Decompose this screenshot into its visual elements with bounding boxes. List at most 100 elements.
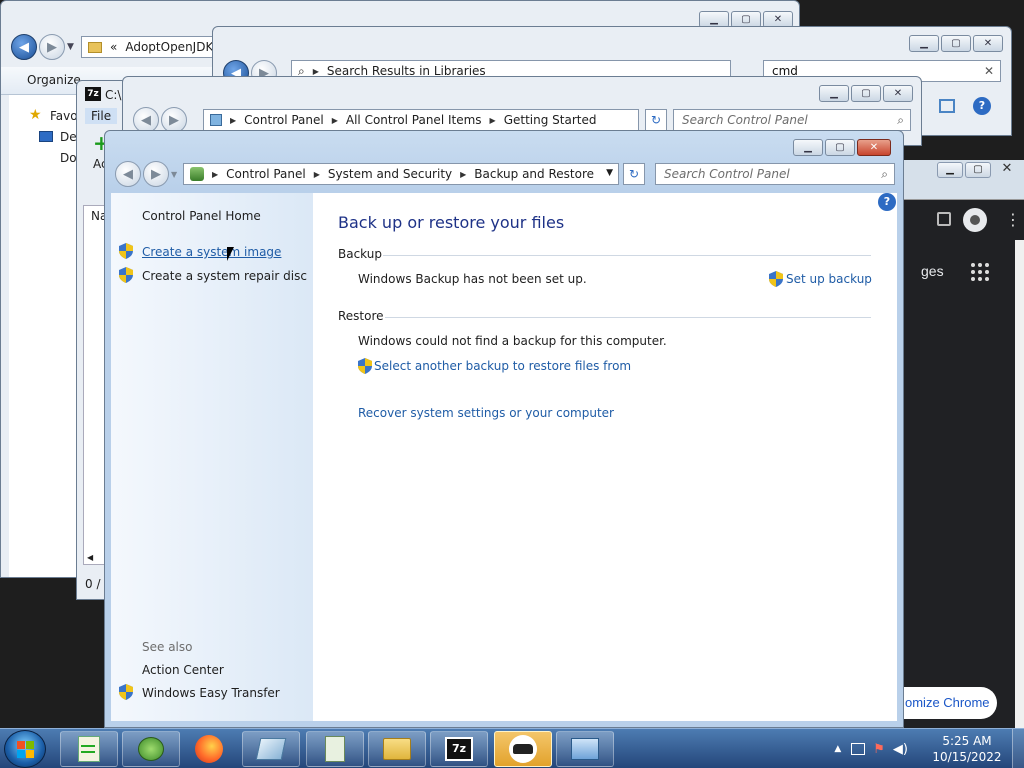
recent-pages-icon[interactable]: ▼ — [67, 42, 74, 52]
see-also-label: See also — [142, 640, 193, 654]
breadcrumb-all-items[interactable]: All Control Panel Items — [346, 113, 482, 127]
minimize-button[interactable]: ▁ — [819, 85, 849, 102]
apps-grid-icon[interactable] — [971, 263, 989, 281]
address-dropdown-icon[interactable]: ▼ — [606, 168, 613, 178]
back-button[interactable]: ◀ — [11, 34, 37, 60]
window-body: Control Panel Home Create a system image… — [111, 193, 897, 721]
taskbar-7zip-app[interactable]: 7z — [430, 731, 488, 767]
folder-icon — [383, 738, 411, 760]
breadcrumb-getting-started[interactable]: Getting Started — [504, 113, 597, 127]
breadcrumb-backup-restore[interactable]: Backup and Restore — [474, 167, 594, 181]
action-center-link[interactable]: Action Center — [142, 663, 224, 677]
show-desktop-button[interactable] — [1012, 729, 1024, 768]
clock-time: 5:25 AM — [942, 734, 992, 748]
clock-date: 10/15/2022 — [932, 750, 1002, 764]
chrome-max-button[interactable]: ▢ — [965, 162, 991, 178]
pen-icon — [255, 738, 287, 760]
taskbar-gecko-app[interactable] — [122, 731, 180, 767]
taskbar-notepad-app[interactable] — [60, 731, 118, 767]
overflow-chevrons: « — [110, 40, 118, 54]
backup-divider — [383, 255, 871, 256]
mouse-cursor-icon — [227, 247, 234, 261]
breadcrumb-control-panel[interactable]: Control Panel — [244, 113, 324, 127]
recover-system-settings-link[interactable]: Recover system settings or your computer — [358, 406, 614, 420]
clear-search-icon[interactable]: ✕ — [984, 64, 994, 78]
notification-area: ▲ ⚑ ◀) 5:25 AM 10/15/2022 — [834, 729, 1024, 768]
folder-icon — [88, 41, 102, 53]
preview-pane-icon[interactable] — [939, 99, 955, 113]
backup-restore-window: ▁ ▢ ✕ ◀ ▶ ▼ ▶ Control Panel ▶ System and… — [104, 130, 904, 728]
windows-logo-icon — [16, 740, 34, 758]
forward-button[interactable]: ▶ — [39, 34, 65, 60]
profile-avatar-icon[interactable] — [963, 208, 987, 232]
task-pane: Control Panel Home Create a system image… — [111, 193, 313, 721]
restore-status-text: Windows could not find a backup for this… — [358, 334, 667, 348]
address-bar[interactable]: ▶ Control Panel ▶ All Control Panel Item… — [203, 109, 639, 131]
control-panel-icon — [210, 114, 222, 126]
chrome-min-button[interactable]: ▁ — [937, 162, 963, 178]
breadcrumb-control-panel[interactable]: Control Panel — [226, 167, 306, 181]
sidebar-toggle-icon[interactable] — [937, 212, 951, 226]
taskbar-pen-app[interactable] — [242, 731, 300, 767]
uac-shield-icon — [119, 243, 133, 259]
show-hidden-icons[interactable]: ▲ — [834, 744, 841, 754]
maximize-button[interactable]: ▢ — [851, 85, 881, 102]
close-button[interactable]: ✕ — [883, 85, 913, 102]
gecko-icon — [138, 737, 164, 761]
taskbar-incognito-browser[interactable] — [494, 731, 552, 767]
incognito-icon — [509, 735, 537, 763]
favorites-star-icon: ★ — [29, 107, 42, 123]
taskbar-firefox-browser[interactable] — [180, 731, 238, 767]
search-icon[interactable]: ⌕ — [881, 167, 888, 182]
search-icon[interactable]: ⌕ — [897, 113, 904, 128]
chrome-close-button[interactable]: ✕ — [993, 162, 1021, 178]
set-up-backup-link[interactable]: Set up backup — [786, 272, 872, 286]
maximize-button[interactable]: ▢ — [941, 35, 971, 52]
windows-easy-transfer-link[interactable]: Windows Easy Transfer — [142, 686, 280, 700]
maximize-button[interactable]: ▢ — [825, 139, 855, 156]
minimize-button[interactable]: ▁ — [793, 139, 823, 156]
taskbar-file-explorer[interactable] — [368, 731, 426, 767]
chrome-scrollbar[interactable] — [1015, 240, 1024, 728]
forward-button[interactable]: ▶ — [143, 161, 169, 187]
page-title: Back up or restore your files — [338, 213, 565, 232]
refresh-icon[interactable]: ↻ — [623, 163, 645, 185]
help-icon[interactable]: ? — [878, 193, 896, 211]
network-icon[interactable] — [851, 743, 866, 755]
scroll-left-icon[interactable]: ◀ — [87, 553, 93, 562]
customize-chrome-button[interactable]: omize Chrome — [901, 687, 997, 719]
address-bar[interactable]: ▶ Control Panel ▶ System and Security ▶ … — [183, 163, 619, 185]
create-system-image-link[interactable]: Create a system image — [142, 245, 281, 259]
nav-pane — [9, 95, 79, 577]
select-another-backup-link[interactable]: Select another backup to restore files f… — [374, 359, 631, 373]
control-panel-home-link[interactable]: Control Panel Home — [142, 209, 261, 223]
address-bar[interactable]: « AdoptOpenJDK — [81, 36, 221, 58]
close-button[interactable]: ✕ — [973, 35, 1003, 52]
minimize-button[interactable]: ▁ — [909, 35, 939, 52]
refresh-icon[interactable]: ↻ — [645, 109, 667, 131]
7zip-title: C:\ — [105, 88, 122, 102]
back-button[interactable]: ◀ — [115, 161, 141, 187]
search-input[interactable]: Search Control Panel ⌕ — [673, 109, 911, 131]
create-repair-disc-link[interactable]: Create a system repair disc — [142, 269, 307, 283]
close-button[interactable]: ✕ — [857, 139, 891, 156]
images-link[interactable]: ges — [921, 263, 944, 279]
kebab-menu-icon[interactable]: ⋮ — [1005, 212, 1021, 228]
desktop-icon — [39, 131, 53, 142]
taskbar-document-app[interactable] — [306, 731, 364, 767]
content-scrollbar[interactable] — [903, 213, 904, 333]
recent-pages-icon[interactable]: ▼ — [171, 170, 177, 179]
taskbar-control-panel-app[interactable] — [556, 731, 614, 767]
organize-menu[interactable]: Organize — [27, 73, 81, 87]
chrome-window: ▁ ▢ ✕ ⋮ ges omize Chrome — [900, 160, 1024, 728]
breadcrumb-system-security[interactable]: System and Security — [328, 167, 452, 181]
volume-icon[interactable]: ◀) — [893, 742, 908, 757]
nav-item-favorites[interactable]: Favo — [50, 109, 78, 123]
menu-file[interactable]: File — [85, 108, 118, 124]
search-input[interactable]: Search Control Panel ⌕ — [655, 163, 895, 185]
start-button[interactable] — [4, 730, 46, 768]
action-center-flag-icon[interactable]: ⚑ — [873, 742, 885, 757]
clock[interactable]: 5:25 AM 10/15/2022 — [922, 733, 1012, 765]
firefox-icon — [195, 735, 223, 763]
help-icon[interactable]: ? — [973, 97, 991, 115]
